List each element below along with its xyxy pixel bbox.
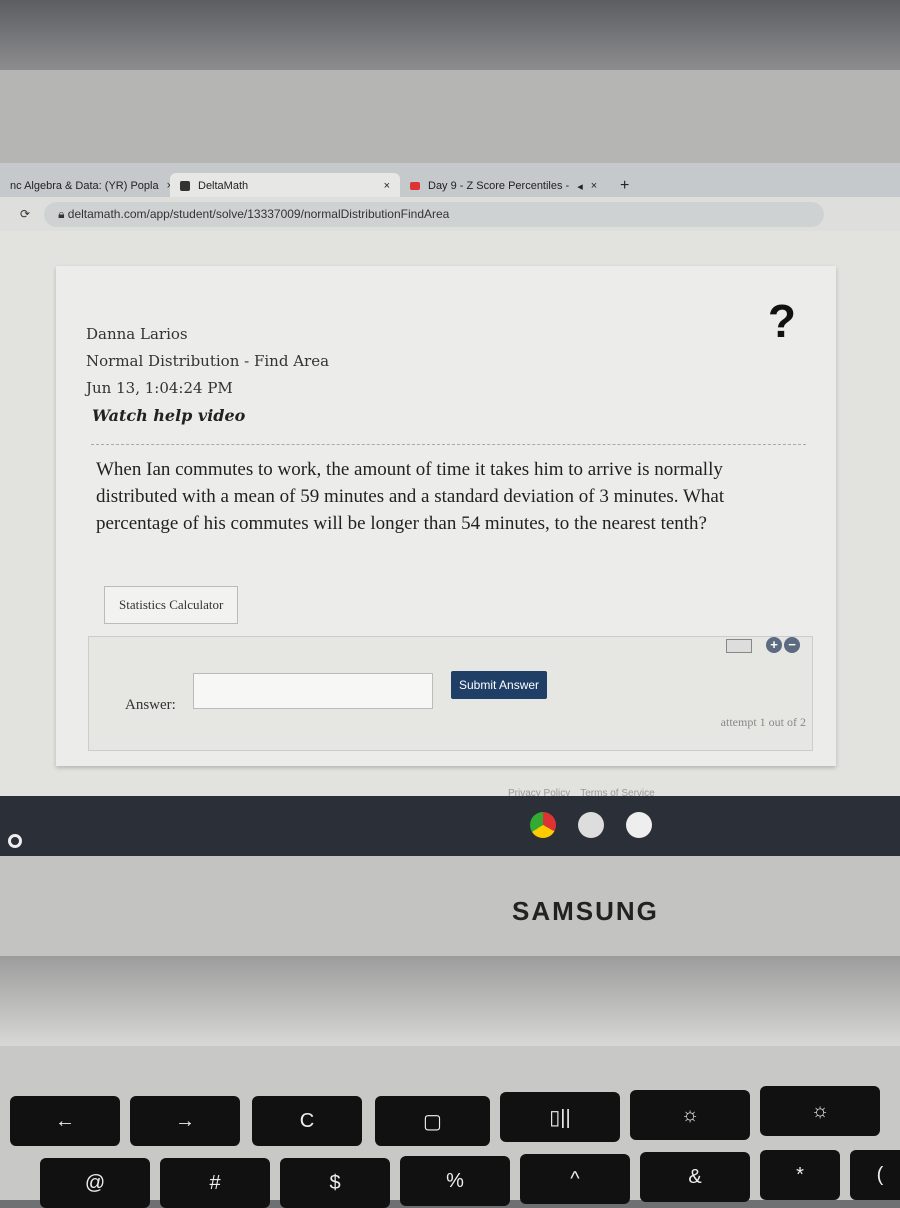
tab-strip: nc Algebra & Data: (YR) Popla× DeltaMath… [0,163,900,199]
page-content: Danna Larios Normal Distribution - Find … [0,231,900,799]
speaker-icon: ◂ [577,180,583,193]
screen-bezel [0,70,900,188]
minus-icon[interactable]: − [784,637,800,653]
problem-meta: Danna Larios Normal Distribution - Find … [86,321,329,402]
keyboard-icon[interactable] [726,639,752,653]
launcher-icon[interactable] [8,834,22,848]
url-text: deltamath.com/app/student/solve/13337009… [67,206,450,221]
key-2[interactable]: @ [40,1158,150,1208]
key-8[interactable]: * [760,1150,840,1200]
reload-icon[interactable]: ⟳ [20,207,30,221]
app-icon[interactable] [578,812,604,838]
tab-label: DeltaMath [198,180,249,192]
laptop-bezel-bottom: SAMSUNG [0,856,900,956]
hinge [0,956,900,1046]
tab-deltamath[interactable]: DeltaMath × [170,173,400,199]
key-4[interactable]: $ [280,1158,390,1208]
help-video-link[interactable]: Watch help video [92,406,245,425]
files-icon[interactable] [626,812,652,838]
new-tab-button[interactable]: + [610,173,639,199]
key-3[interactable]: # [160,1158,270,1208]
taskbar [0,796,900,856]
assignment-title: Normal Distribution - Find Area [86,352,330,370]
submit-answer-button[interactable]: Submit Answer [451,671,548,699]
key-forward[interactable]: → [130,1096,240,1146]
key-fullscreen[interactable]: ▢ [375,1096,490,1146]
keyboard: ← → C ▢ ▯|| ☼ ☼ @ # $ % ^ & * ( [0,1046,900,1208]
answer-box: + − Answer: Submit Answer attempt 1 out … [88,636,813,751]
timestamp: Jun 13, 1:04:24 PM [86,379,233,397]
statistics-calculator-button[interactable]: Statistics Calculator [104,586,239,624]
key-brightness-down[interactable]: ☼ [630,1090,750,1140]
brand-logo: SAMSUNG [512,896,659,926]
key-7[interactable]: & [640,1152,750,1202]
student-name: Danna Larios [86,325,188,343]
close-icon[interactable]: × [384,180,390,192]
key-refresh[interactable]: C [252,1096,362,1146]
youtube-icon [410,182,420,190]
url-field[interactable]: 🔒︎ deltamath.com/app/student/solve/13337… [44,201,825,227]
help-icon[interactable]: ? [768,294,796,348]
tab-youtube[interactable]: Day 9 - Z Score Percentiles - ◂ × [400,173,607,199]
key-back[interactable]: ← [10,1096,120,1146]
chrome-icon[interactable] [530,812,556,838]
question-text: When Ian commutes to work, the amount of… [96,459,725,534]
answer-input[interactable] [193,673,433,709]
close-icon[interactable]: × [591,180,597,192]
plus-icon[interactable]: + [766,637,782,653]
problem-card: Danna Larios Normal Distribution - Find … [56,266,836,766]
tab-algebra[interactable]: nc Algebra & Data: (YR) Popla× [0,173,183,199]
divider [91,444,806,445]
answer-label: Answer: [125,697,176,713]
tab-label: Day 9 - Z Score Percentiles - [428,180,570,192]
key-9[interactable]: ( [850,1150,900,1200]
key-6[interactable]: ^ [520,1154,630,1204]
address-bar-row: ⟳ 🔒︎ deltamath.com/app/student/solve/133… [0,197,900,231]
key-brightness-up[interactable]: ☼ [760,1086,880,1136]
attempt-counter: attempt 1 out of 2 [720,715,806,729]
key-5[interactable]: % [400,1156,510,1206]
tab-label: nc Algebra & Data: (YR) Popla [10,180,159,192]
key-overview[interactable]: ▯|| [500,1092,620,1142]
lock-icon: 🔒︎ [58,206,68,221]
deltamath-icon [180,181,190,191]
